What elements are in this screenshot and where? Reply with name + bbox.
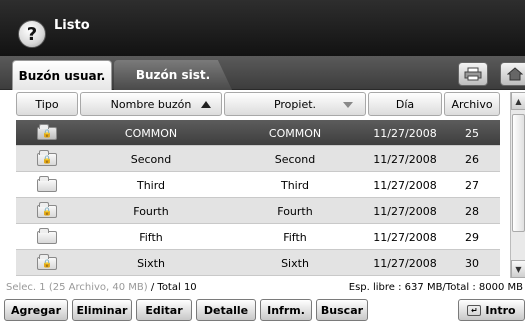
selection-info: Selec. 1 (25 Archivo, 40 MB) / Total 10	[6, 282, 197, 293]
enter-icon: ↵	[467, 304, 482, 316]
edit-button[interactable]: Editar	[136, 299, 192, 321]
files-cell: 26	[465, 152, 479, 166]
locked-folder-icon: 🔒	[37, 253, 57, 270]
column-header-files[interactable]: Archivo	[444, 92, 500, 116]
date-cell: 11/27/2008	[373, 204, 437, 218]
action-bar: Agregar Eliminar Editar Detalle Infrm. B…	[0, 296, 525, 324]
mailbox-name-cell: Second	[130, 152, 172, 166]
column-header-date[interactable]: Día	[368, 92, 442, 116]
table-row[interactable]: 🔒 Fourth Fourth 11/27/2008 28	[16, 198, 500, 224]
status-footer: Selec. 1 (25 Archivo, 40 MB) / Total 10 …	[0, 280, 525, 296]
mailbox-name-cell: Sixth	[137, 256, 165, 270]
printer-icon[interactable]	[458, 62, 488, 86]
search-button[interactable]: Buscar	[316, 299, 368, 321]
add-button[interactable]: Agregar	[4, 299, 68, 321]
type-cell: 🔒	[16, 198, 78, 224]
mailbox-name-cell: Fourth	[133, 204, 169, 218]
table-row[interactable]: 🔒 Second Second 11/27/2008 26	[16, 146, 500, 172]
files-cell: 25	[465, 126, 479, 140]
type-cell: 🔒	[16, 146, 78, 172]
sort-dropdown-icon	[343, 102, 353, 108]
delete-button[interactable]: Eliminar	[72, 299, 132, 321]
files-cell: 27	[465, 178, 479, 192]
folder-icon	[37, 227, 57, 244]
date-cell: 11/27/2008	[373, 126, 437, 140]
locked-folder-icon: 🔒	[37, 123, 57, 140]
date-cell: 11/27/2008	[373, 178, 437, 192]
report-button[interactable]: Infrm.	[260, 299, 312, 321]
mailbox-table: Tipo Nombre buzón Propiet. Día Archivo 🔒…	[0, 90, 525, 280]
column-header-mailbox-name[interactable]: Nombre buzón	[80, 92, 222, 116]
owner-cell: Third	[280, 178, 310, 192]
column-header-type[interactable]: Tipo	[16, 92, 78, 116]
owner-cell: Sixth	[281, 256, 309, 270]
home-icon[interactable]	[500, 62, 525, 86]
owner-cell: Fourth	[277, 204, 313, 218]
files-cell: 29	[465, 230, 479, 244]
type-cell	[16, 172, 78, 198]
enter-label: Intro	[485, 303, 516, 317]
total-count: / Total 10	[150, 282, 197, 293]
locked-folder-icon: 🔒	[37, 149, 57, 166]
tab-bar: Buzón usuar. Buzón sist.	[0, 56, 525, 90]
files-cell: 30	[465, 256, 479, 270]
owner-cell: COMMON	[268, 126, 322, 140]
tab-user-mailbox[interactable]: Buzón usuar.	[12, 60, 112, 90]
free-space-info: Esp. libre : 637 MB/Total : 8000 MB	[348, 282, 523, 293]
type-cell: 🔒	[16, 120, 78, 146]
table-row[interactable]: 🔒 COMMON COMMON 11/27/2008 25	[16, 120, 500, 146]
table-row[interactable]: Third Third 11/27/2008 27	[16, 172, 500, 198]
scroll-down-icon[interactable]: ▼	[511, 260, 525, 278]
enter-button[interactable]: ↵ Intro	[458, 299, 525, 321]
scroll-thumb[interactable]	[512, 114, 525, 232]
detail-button[interactable]: Detalle	[196, 299, 256, 321]
owner-cell: Second	[274, 152, 316, 166]
type-cell	[16, 224, 78, 250]
owner-cell: Fifth	[283, 230, 307, 244]
scroll-up-icon[interactable]: ▲	[511, 92, 525, 110]
mailbox-name-cell: Fifth	[139, 230, 163, 244]
table-row[interactable]: Fifth Fifth 11/27/2008 29	[16, 224, 500, 250]
type-cell: 🔒	[16, 250, 78, 276]
date-cell: 11/27/2008	[373, 230, 437, 244]
help-icon[interactable]: ?	[18, 20, 46, 48]
sort-ascending-icon	[201, 101, 211, 108]
tab-system-mailbox[interactable]: Buzón sist.	[114, 60, 232, 90]
date-cell: 11/27/2008	[373, 256, 437, 270]
status-text: Listo	[54, 18, 90, 33]
vertical-scrollbar[interactable]: ▲ ▼	[510, 92, 525, 278]
table-row[interactable]: 🔒 Sixth Sixth 11/27/2008 30	[16, 250, 500, 276]
mailbox-name-cell: COMMON	[124, 126, 178, 140]
date-cell: 11/27/2008	[373, 152, 437, 166]
column-header-owner[interactable]: Propiet.	[224, 92, 366, 116]
locked-folder-icon: 🔒	[37, 201, 57, 218]
folder-icon	[37, 175, 57, 192]
mailbox-name-cell: Third	[136, 178, 166, 192]
files-cell: 28	[465, 204, 479, 218]
header-bar: ? Listo	[0, 0, 525, 56]
